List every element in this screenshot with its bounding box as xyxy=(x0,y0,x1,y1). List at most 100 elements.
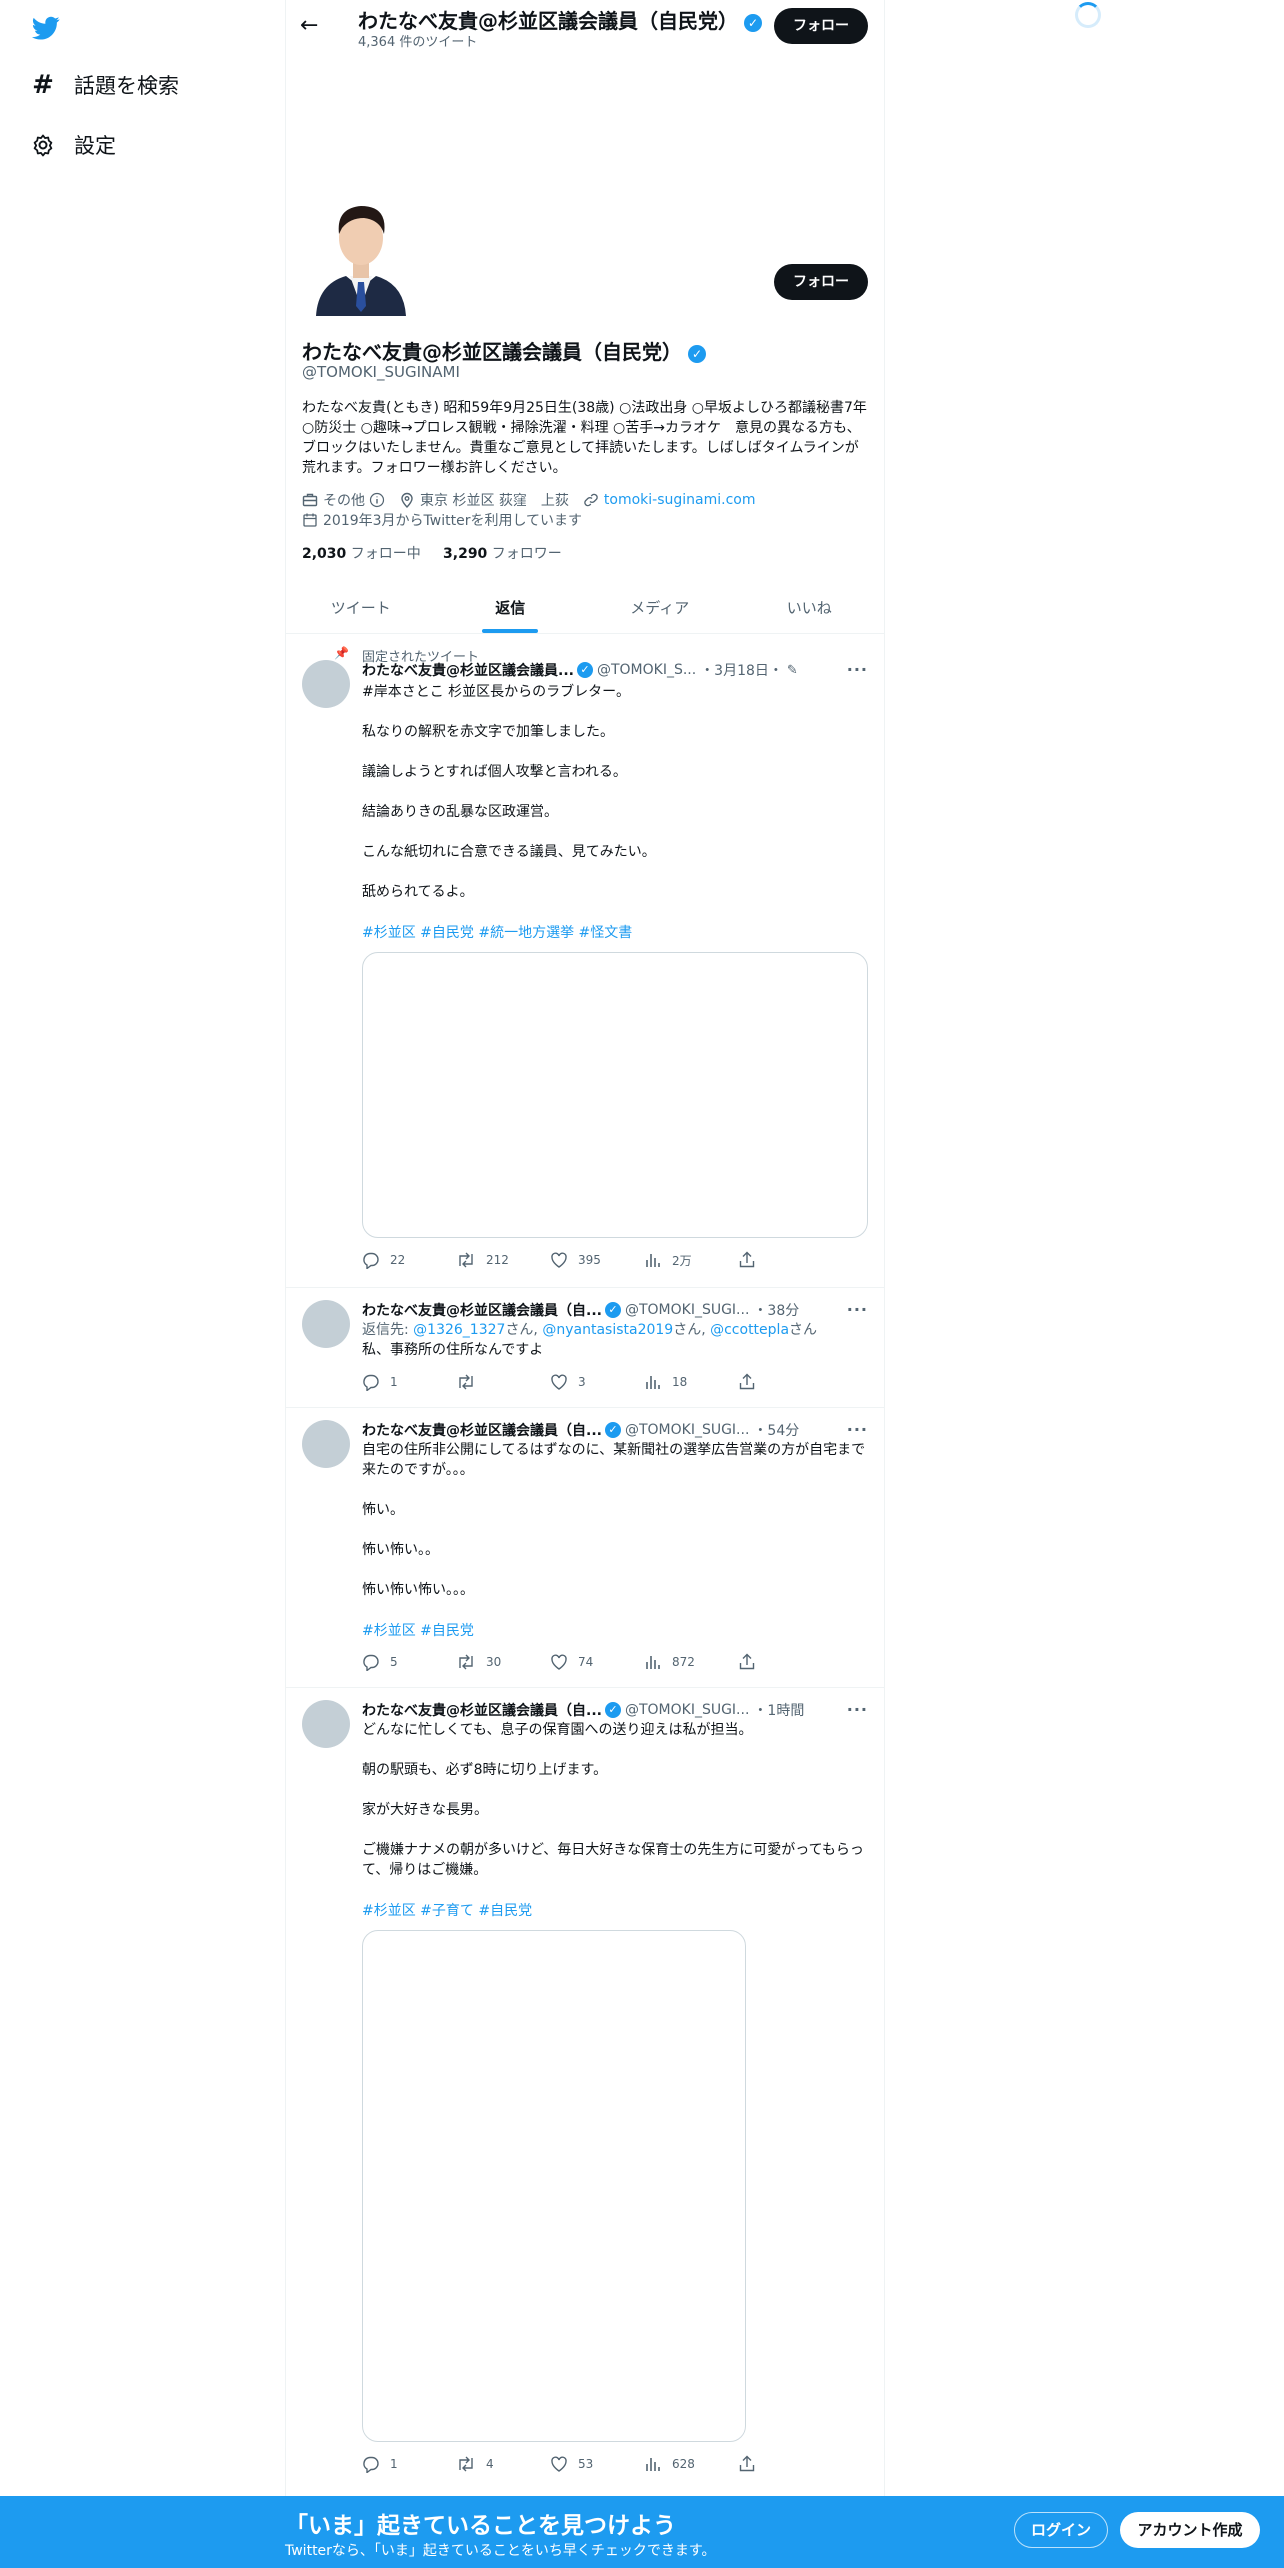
tweet-header: わたなべ友貴@杉並区議会議員（自... ✓ @TOMOKI_SUGI... ・1… xyxy=(362,1700,868,1720)
views-button[interactable]: 872 xyxy=(644,1653,738,1671)
retweet-button[interactable] xyxy=(456,1373,550,1391)
signup-button[interactable]: アカウント作成 xyxy=(1120,2512,1260,2548)
reply-button[interactable]: 5 xyxy=(362,1653,456,1671)
nav-explore[interactable]: # 話題を検索 xyxy=(30,70,179,100)
views-button[interactable]: 2万 xyxy=(644,1251,738,1269)
reply-mention[interactable]: @nyantasista2019 xyxy=(542,1322,673,1338)
tab-media[interactable]: メディア xyxy=(585,582,735,633)
tweet-hashtags[interactable]: #杉並区 #子育て #自民党 xyxy=(362,1900,868,1920)
following-link[interactable]: 2,030 フォロー中 xyxy=(302,546,421,562)
tweet-header: わたなべ友貴@杉並区議会議員（自... ✓ @TOMOKI_SUGI... ・5… xyxy=(362,1420,868,1440)
verified-badge-icon: ✓ xyxy=(576,662,593,678)
tweet-time[interactable]: ・1時間 xyxy=(753,1700,804,1720)
tweet-author-name[interactable]: わたなべ友貴@杉並区議会議員... xyxy=(362,660,574,680)
share-button[interactable] xyxy=(738,2455,832,2473)
tweet-item[interactable]: わたなべ友貴@杉並区議会議員（自... ✓ @TOMOKI_SUGI... ・1… xyxy=(286,1688,884,2496)
reply-button[interactable]: 22 xyxy=(362,1251,456,1269)
heart-icon xyxy=(551,2456,567,2472)
like-button[interactable]: 53 xyxy=(550,2455,644,2473)
nav-explore-label: 話題を検索 xyxy=(74,74,179,98)
heart-icon xyxy=(551,1252,567,1268)
more-options-icon[interactable]: ··· xyxy=(847,1420,868,1439)
avatar[interactable] xyxy=(302,1420,350,1468)
profile-bio: わたなべ友貴(ともき) 昭和59年9月25日生(38歳) ○法政出身 ○早坂よし… xyxy=(302,400,867,476)
verified-badge-icon: ✓ xyxy=(688,344,706,363)
tweet-time[interactable]: ・54分 xyxy=(753,1420,799,1440)
tweet-text: 自宅の住所非公開にしてるはずなのに、某新聞社の選挙広告営業の方が自宅まで来たので… xyxy=(362,1442,866,1598)
tweet-author-handle[interactable]: @TOMOKI_S... xyxy=(597,662,696,678)
retweet-button[interactable]: 30 xyxy=(456,1653,550,1671)
tab-likes[interactable]: いいね xyxy=(735,582,885,633)
twitter-logo-icon[interactable] xyxy=(30,14,62,42)
info-icon[interactable] xyxy=(369,492,385,508)
verified-badge-icon: ✓ xyxy=(604,1302,621,1318)
avatar[interactable] xyxy=(302,660,350,708)
like-button[interactable]: 395 xyxy=(550,1251,644,1269)
tweet-actions: 1 3 18 xyxy=(362,1372,868,1392)
views-button[interactable]: 18 xyxy=(644,1373,738,1391)
tweet-time[interactable]: ・38分 xyxy=(753,1300,799,1320)
tweet-body: わたなべ友貴@杉並区議会議員（自... ✓ @TOMOKI_SUGI... ・5… xyxy=(362,1420,868,1672)
tweet-hashtags[interactable]: #杉並区 #自民党 #統一地方選挙 #怪文書 xyxy=(362,922,868,942)
more-options-icon[interactable]: ··· xyxy=(847,1300,868,1319)
verified-badge-icon: ✓ xyxy=(604,1702,621,1718)
share-icon xyxy=(739,2455,755,2472)
tweet-author-handle[interactable]: @TOMOKI_SUGI... xyxy=(625,1302,749,1318)
verified-badge-icon: ✓ xyxy=(744,13,762,32)
tweet-author-handle[interactable]: @TOMOKI_SUGI... xyxy=(625,1702,749,1718)
nav-settings[interactable]: 設定 xyxy=(30,130,116,160)
share-button[interactable] xyxy=(738,1251,832,1269)
tweet-actions: 5 30 74 872 xyxy=(362,1652,868,1672)
tweet-item[interactable]: わたなべ友貴@杉並区議会議員（自... ✓ @TOMOKI_SUGI... ・5… xyxy=(286,1408,884,1688)
profile-meta: その他 東京 杉並区 荻窪 上荻 tomoki-suginami.com xyxy=(302,490,756,510)
analytics-icon xyxy=(646,1656,660,1669)
tab-replies[interactable]: 返信 xyxy=(436,582,586,633)
more-options-icon[interactable]: ··· xyxy=(847,660,868,679)
profile-location: 東京 杉並区 荻窪 上荻 xyxy=(420,493,569,509)
reply-icon xyxy=(363,1654,379,1671)
avatar[interactable] xyxy=(302,1700,350,1748)
tweet-author-name[interactable]: わたなべ友貴@杉並区議会議員（自... xyxy=(362,1700,602,1720)
profile-joined-text: 2019年3月からTwitterを利用しています xyxy=(323,513,583,529)
back-arrow-icon[interactable]: ← xyxy=(300,13,318,38)
tweet-time[interactable]: ・3月18日・ xyxy=(700,660,783,680)
reply-mention[interactable]: @ccottepla xyxy=(710,1322,789,1338)
retweet-icon xyxy=(459,1252,473,1268)
edited-pencil-icon: ✎ xyxy=(786,662,798,678)
tab-tweets[interactable]: ツイート xyxy=(286,582,436,633)
tweet-item[interactable]: わたなべ友貴@杉並区議会議員（自... ✓ @TOMOKI_SUGI... ・3… xyxy=(286,1288,884,1408)
reply-mention[interactable]: @1326_1327 xyxy=(413,1322,505,1338)
reply-icon xyxy=(363,1374,379,1391)
profile-handle: @TOMOKI_SUGINAMI xyxy=(302,363,460,381)
analytics-icon xyxy=(646,1376,660,1389)
reply-button[interactable]: 1 xyxy=(362,1373,456,1391)
pin-icon: 📌 xyxy=(334,646,349,660)
share-button[interactable] xyxy=(738,1373,832,1391)
prompt-title: 「いま」起きていることを見つけよう xyxy=(285,2513,676,2539)
header-name: わたなべ友貴@杉並区議会議員（自民党） ✓ xyxy=(358,5,762,34)
tweet-media[interactable] xyxy=(362,1930,746,2442)
loading-spinner-icon xyxy=(1075,2,1101,28)
followers-link[interactable]: 3,290 フォロワー xyxy=(443,546,562,562)
profile-avatar[interactable] xyxy=(306,176,416,316)
tweet-author-name[interactable]: わたなべ友貴@杉並区議会議員（自... xyxy=(362,1300,602,1320)
tweet-media[interactable] xyxy=(362,952,868,1238)
follow-button[interactable]: フォロー xyxy=(774,264,868,300)
retweet-button[interactable]: 212 xyxy=(456,1251,550,1269)
more-options-icon[interactable]: ··· xyxy=(847,1700,868,1719)
tweet-hashtags[interactable]: #杉並区 #自民党 xyxy=(362,1620,868,1640)
like-button[interactable]: 74 xyxy=(550,1653,644,1671)
tweet-item[interactable]: 📌 固定されたツイート わたなべ友貴@杉並区議会議員... ✓ @TOMOKI_… xyxy=(286,634,884,1288)
nav-settings-label: 設定 xyxy=(74,134,116,158)
profile-url[interactable]: tomoki-suginami.com xyxy=(604,492,756,508)
login-button[interactable]: ログイン xyxy=(1014,2512,1108,2548)
follow-button-header[interactable]: フォロー xyxy=(774,8,868,44)
retweet-button[interactable]: 4 xyxy=(456,2455,550,2473)
views-button[interactable]: 628 xyxy=(644,2455,738,2473)
avatar[interactable] xyxy=(302,1300,350,1348)
like-button[interactable]: 3 xyxy=(550,1373,644,1391)
tweet-author-handle[interactable]: @TOMOKI_SUGI... xyxy=(625,1422,749,1438)
tweet-author-name[interactable]: わたなべ友貴@杉並区議会議員（自... xyxy=(362,1420,602,1440)
reply-button[interactable]: 1 xyxy=(362,2455,456,2473)
share-button[interactable] xyxy=(738,1653,832,1671)
